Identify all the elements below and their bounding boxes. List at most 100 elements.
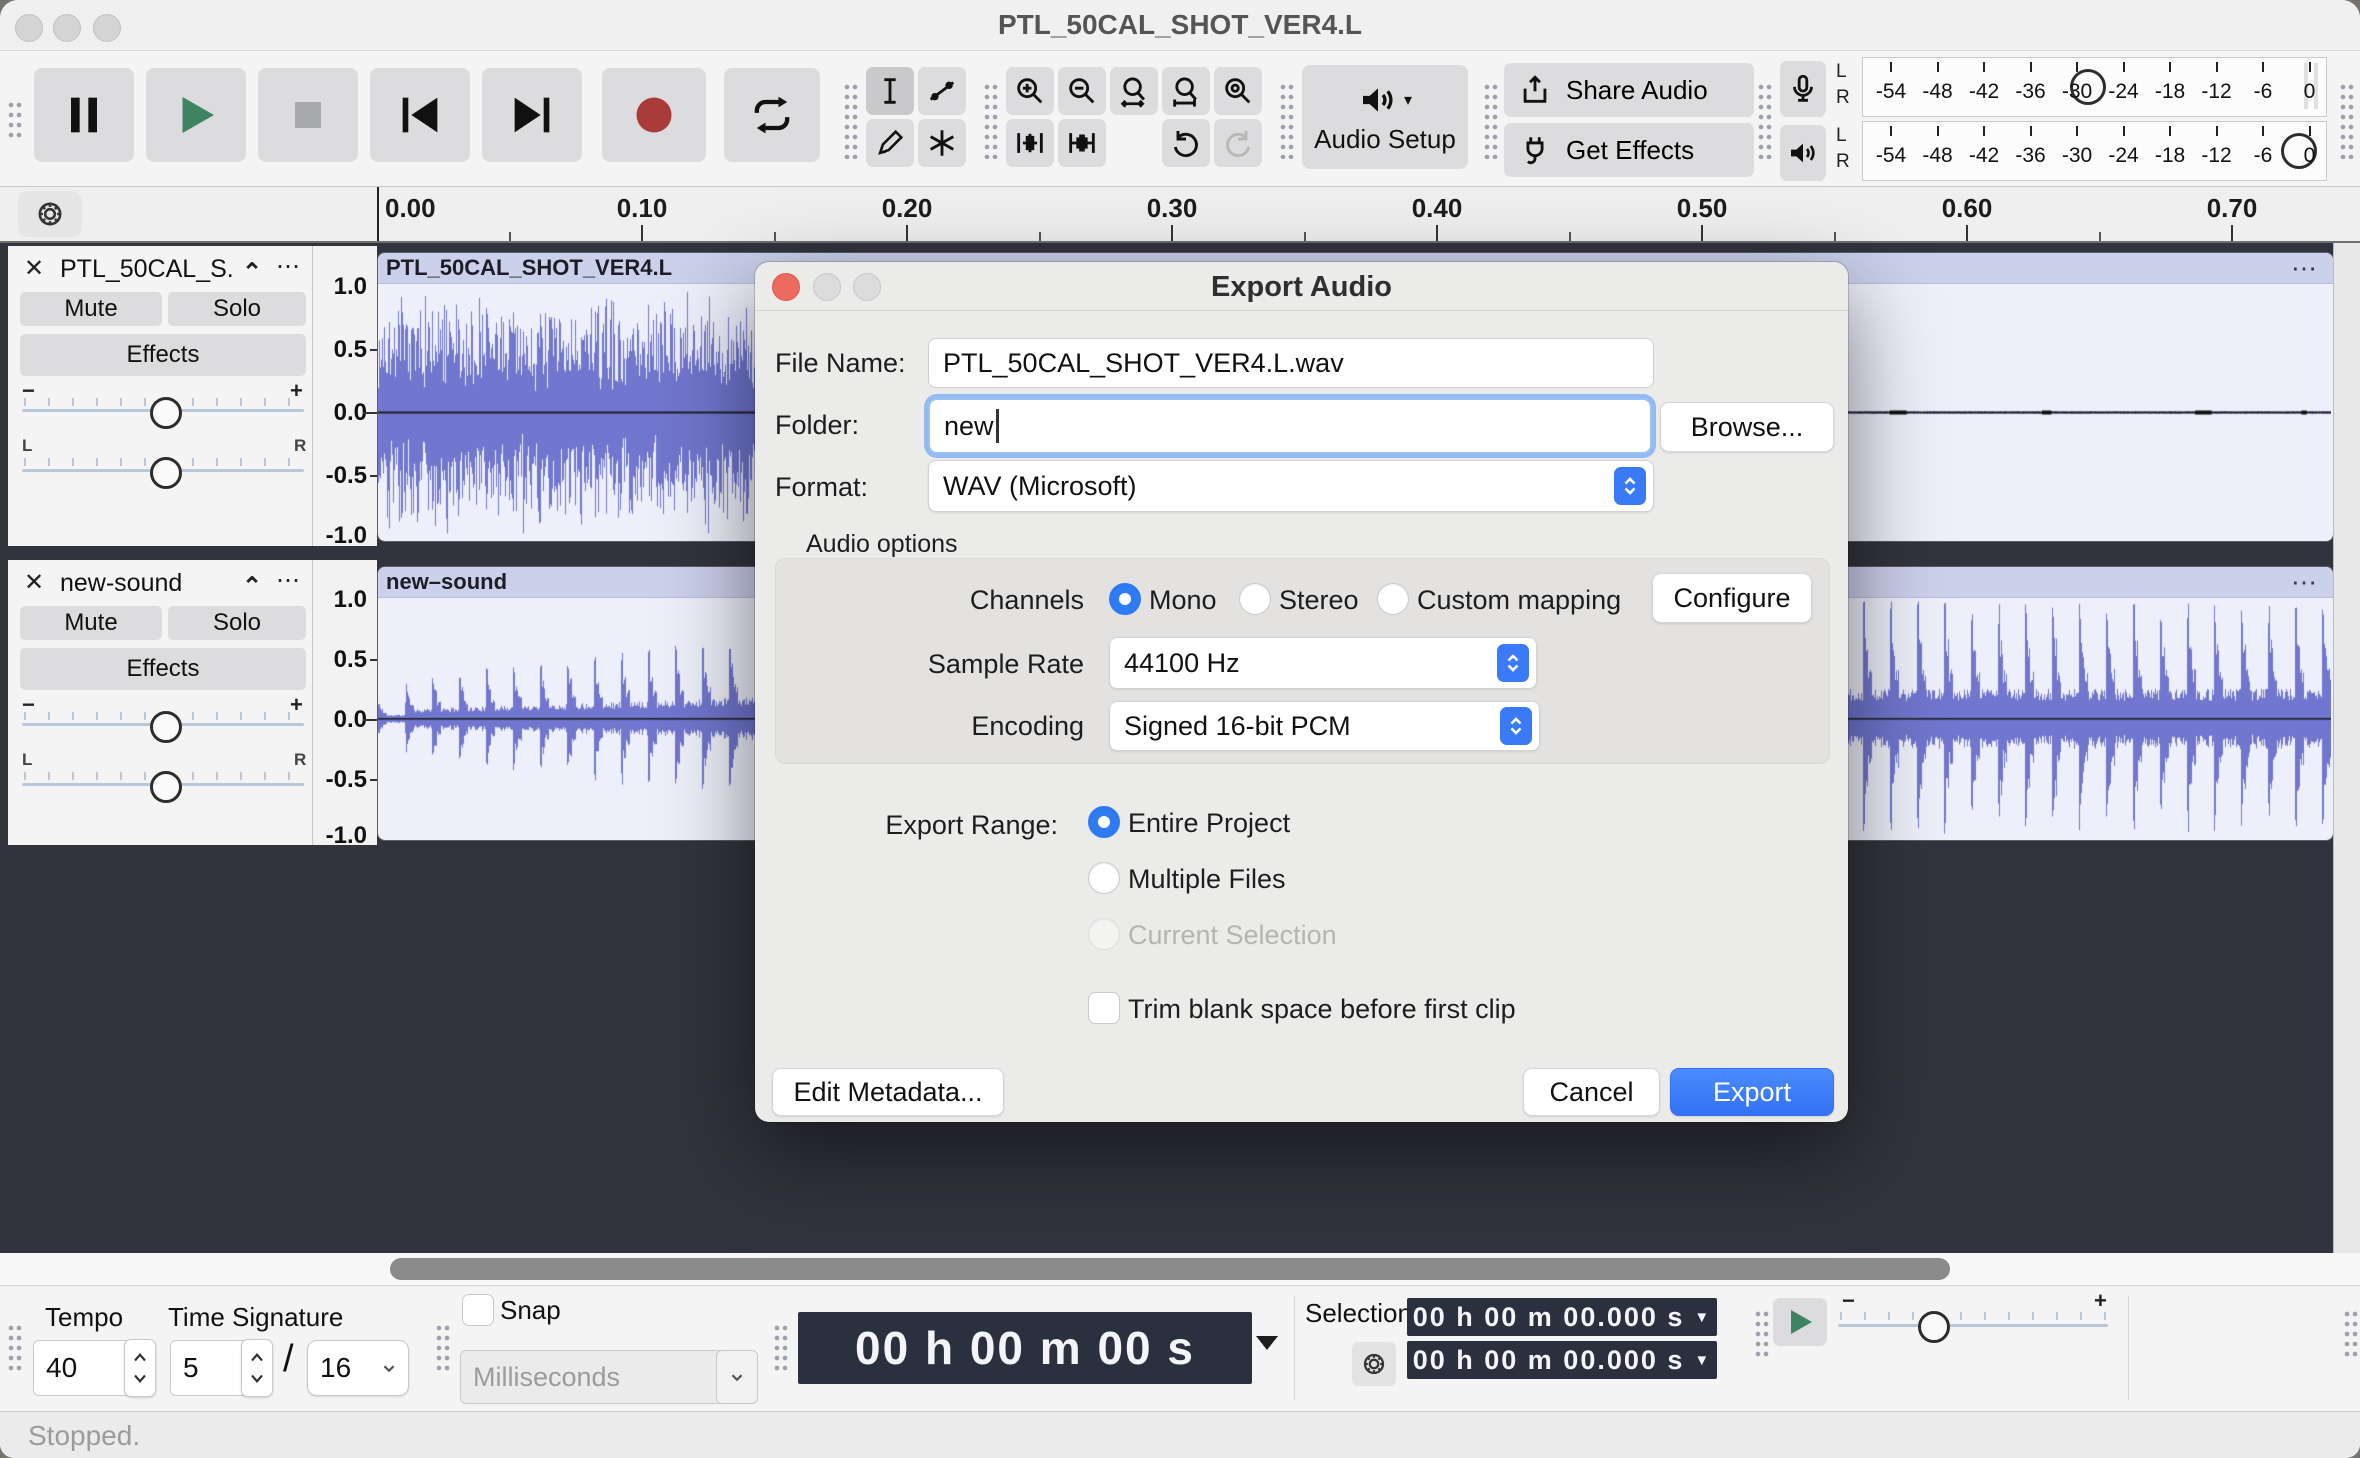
snap-toolbar-grip[interactable] xyxy=(434,1322,450,1374)
pan-slider-knob[interactable] xyxy=(150,771,182,803)
mono-label[interactable]: Mono xyxy=(1149,585,1217,616)
horizontal-scrollbar-thumb[interactable] xyxy=(390,1258,1950,1280)
format-stepper-icon[interactable] xyxy=(1614,467,1646,505)
track-1-vertical-scale[interactable]: 1.0 0.5 0.0 -0.5 -1.0 xyxy=(313,246,377,546)
stop-button[interactable] xyxy=(258,68,358,162)
file-name-input[interactable]: PTL_50CAL_SHOT_VER4.L.wav xyxy=(928,338,1654,388)
encoding-stepper-icon[interactable] xyxy=(1500,707,1532,745)
snap-checkbox[interactable] xyxy=(462,1294,494,1326)
edit-toolbar-grip[interactable] xyxy=(982,81,998,159)
stereo-radio[interactable] xyxy=(1239,583,1271,615)
entire-project-label[interactable]: Entire Project xyxy=(1128,808,1290,839)
tools-toolbar-grip[interactable] xyxy=(842,81,858,159)
timesig-lower-select[interactable]: 16 xyxy=(307,1340,409,1396)
vertical-scrollbar[interactable] xyxy=(2333,243,2360,1253)
audio-setup-button[interactable]: ▾ Audio Setup xyxy=(1302,65,1468,169)
undo-button[interactable] xyxy=(1162,119,1210,167)
custom-mapping-radio[interactable] xyxy=(1377,583,1409,615)
snap-unit-chevron-button[interactable] xyxy=(716,1350,758,1404)
multiple-files-radio[interactable] xyxy=(1088,862,1120,894)
tempo-stepper[interactable] xyxy=(124,1339,156,1397)
gain-slider-knob[interactable] xyxy=(150,397,182,429)
custom-mapping-label[interactable]: Custom mapping xyxy=(1417,585,1621,616)
solo-button[interactable]: Solo xyxy=(168,292,306,326)
configure-button[interactable]: Configure xyxy=(1652,573,1812,623)
horizontal-scrollbar[interactable] xyxy=(0,1253,2360,1286)
fit-selection-button[interactable] xyxy=(1110,67,1158,115)
record-button[interactable] xyxy=(602,68,706,162)
encoding-select[interactable]: Signed 16-bit PCM xyxy=(1109,701,1540,751)
zoom-toggle-button[interactable] xyxy=(1214,67,1262,115)
mute-button[interactable]: Mute xyxy=(20,292,162,326)
track-2-name[interactable]: new-sound xyxy=(60,569,236,598)
close-track-icon[interactable]: ✕ xyxy=(24,254,44,283)
play-at-speed-button[interactable] xyxy=(1773,1298,1827,1346)
selection-options-button[interactable] xyxy=(1352,1342,1396,1386)
close-track-icon[interactable]: ✕ xyxy=(24,568,44,597)
speed-slider-knob[interactable] xyxy=(1918,1311,1950,1343)
share-audio-button[interactable]: Share Audio xyxy=(1504,63,1754,117)
time-toolbar-grip[interactable] xyxy=(6,1322,22,1374)
mono-radio[interactable] xyxy=(1109,583,1141,615)
timesig-upper-input[interactable]: 5 xyxy=(170,1340,248,1396)
pan-slider-knob[interactable] xyxy=(150,457,182,489)
track-1-name[interactable]: PTL_50CAL_S... xyxy=(60,255,236,284)
clip-1-overflow-icon[interactable]: ⋯ xyxy=(2291,253,2319,284)
audio-position-display[interactable]: 00 h 00 m 00 s xyxy=(798,1312,1252,1384)
trim-blank-space-label[interactable]: Trim blank space before first clip xyxy=(1128,994,1516,1025)
gain-slider-knob[interactable] xyxy=(150,711,182,743)
get-effects-button[interactable]: Get Effects xyxy=(1504,123,1754,177)
redo-button[interactable] xyxy=(1214,119,1262,167)
multi-tool-button[interactable] xyxy=(918,119,966,167)
collapse-track-icon[interactable]: ⌃ xyxy=(242,572,262,601)
recording-meter[interactable]: -54-48-42-36-30-24-18-12-60 xyxy=(1862,57,2327,117)
export-button[interactable]: Export xyxy=(1670,1068,1834,1116)
clip-2-overflow-icon[interactable]: ⋯ xyxy=(2291,567,2319,598)
play-meter-speaker-icon[interactable] xyxy=(1780,125,1826,181)
solo-button[interactable]: Solo xyxy=(168,606,306,640)
timesig-stepper[interactable] xyxy=(241,1339,273,1397)
play-button[interactable] xyxy=(146,68,246,162)
skip-to-end-button[interactable] xyxy=(482,68,582,162)
record-meter-mic-icon[interactable] xyxy=(1780,61,1826,117)
edit-metadata-button[interactable]: Edit Metadata... xyxy=(772,1068,1004,1116)
collapse-track-icon[interactable]: ⌃ xyxy=(242,258,262,287)
multiple-files-label[interactable]: Multiple Files xyxy=(1128,864,1286,895)
time-display-grip[interactable] xyxy=(772,1322,788,1374)
meter-right-grip[interactable] xyxy=(2338,81,2354,159)
zoom-in-button[interactable] xyxy=(1006,67,1054,115)
timeline-ruler[interactable]: 0.000.100.200.300.400.500.600.70 xyxy=(0,187,2360,243)
silence-audio-button[interactable] xyxy=(1058,119,1106,167)
draw-tool-button[interactable] xyxy=(866,119,914,167)
entire-project-radio[interactable] xyxy=(1088,806,1120,838)
tempo-input[interactable]: 40 xyxy=(33,1340,131,1396)
selection-start-display[interactable]: 00 h 00 m 00.000 s▼ xyxy=(1407,1298,1717,1336)
bottom-right-grip[interactable] xyxy=(2342,1308,2358,1360)
stereo-label[interactable]: Stereo xyxy=(1279,585,1359,616)
trim-audio-button[interactable] xyxy=(1006,119,1054,167)
sample-rate-select[interactable]: 44100 Hz xyxy=(1109,637,1537,689)
selection-tool-button[interactable] xyxy=(866,67,914,115)
browse-button[interactable]: Browse... xyxy=(1660,402,1834,452)
audio-setup-grip[interactable] xyxy=(1278,81,1294,159)
format-select[interactable]: WAV (Microsoft) xyxy=(928,460,1654,512)
zoom-out-button[interactable] xyxy=(1058,67,1106,115)
sample-rate-stepper-icon[interactable] xyxy=(1497,644,1529,682)
time-format-dropdown-icon[interactable] xyxy=(1256,1336,1278,1350)
pause-button[interactable] xyxy=(34,68,134,162)
fit-project-button[interactable] xyxy=(1162,67,1210,115)
track-menu-icon[interactable]: ⋯ xyxy=(276,566,302,595)
snap-unit-select[interactable]: Milliseconds xyxy=(460,1350,724,1404)
track-2-vertical-scale[interactable]: 1.0 0.5 0.0 -0.5 -1.0 xyxy=(313,560,377,845)
play-at-speed-grip[interactable] xyxy=(1753,1308,1769,1360)
selection-end-dropdown-icon[interactable]: ▼ xyxy=(1694,1352,1711,1369)
selection-start-dropdown-icon[interactable]: ▼ xyxy=(1694,1309,1711,1326)
transport-toolbar-grip[interactable] xyxy=(6,99,22,139)
effects-button[interactable]: Effects xyxy=(20,648,306,690)
share-toolbar-grip[interactable] xyxy=(1482,81,1498,159)
envelope-tool-button[interactable] xyxy=(918,67,966,115)
track-menu-icon[interactable]: ⋯ xyxy=(276,252,302,281)
effects-button[interactable]: Effects xyxy=(20,334,306,376)
cancel-button[interactable]: Cancel xyxy=(1523,1068,1660,1116)
trim-blank-space-checkbox[interactable] xyxy=(1088,992,1120,1024)
